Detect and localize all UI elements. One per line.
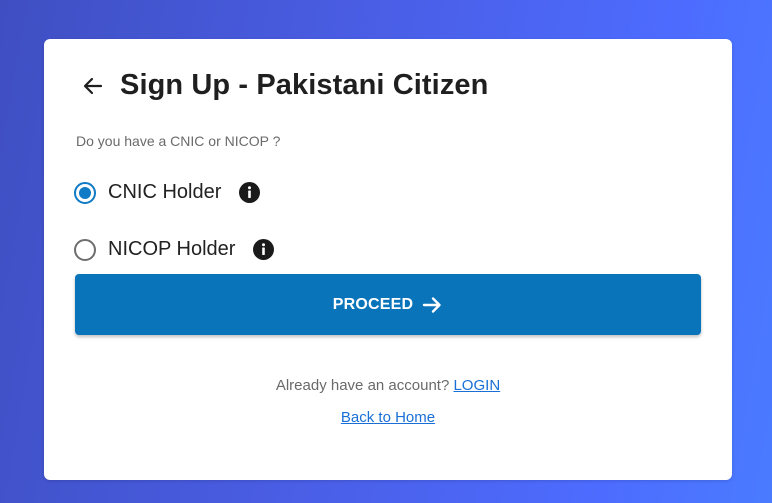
nicop-info-icon[interactable] xyxy=(253,239,275,260)
back-arrow-icon[interactable] xyxy=(80,73,106,99)
proceed-label: PROCEED xyxy=(332,295,414,313)
radio-option-nicop[interactable]: NICOP Holder xyxy=(74,238,275,261)
header: Sign Up - Pakistani Citizen xyxy=(80,69,488,102)
cnic-radio[interactable] xyxy=(74,181,96,204)
arrow-right-icon xyxy=(421,294,443,316)
proceed-button[interactable]: PROCEED xyxy=(75,274,701,335)
page-title: Sign Up - Pakistani Citizen xyxy=(120,69,489,101)
account-prompt-text: Already have an account? xyxy=(275,377,454,394)
cnic-label[interactable]: CNIC Holder xyxy=(108,181,221,204)
home-link-line: Back to Home xyxy=(44,409,732,426)
radio-option-cnic[interactable]: CNIC Holder xyxy=(74,181,261,204)
cnic-question: Do you have a CNIC or NICOP ? xyxy=(76,133,281,149)
account-prompt-line: Already have an account? LOGIN xyxy=(44,377,732,394)
cnic-info-icon[interactable] xyxy=(239,182,261,203)
radio-selected-dot xyxy=(79,186,91,199)
back-to-home-link[interactable]: Back to Home xyxy=(341,409,435,426)
nicop-radio[interactable] xyxy=(74,238,96,261)
nicop-label[interactable]: NICOP Holder xyxy=(108,238,235,261)
login-link[interactable]: LOGIN xyxy=(453,377,500,394)
signup-card: Sign Up - Pakistani Citizen Do you have … xyxy=(44,39,732,480)
